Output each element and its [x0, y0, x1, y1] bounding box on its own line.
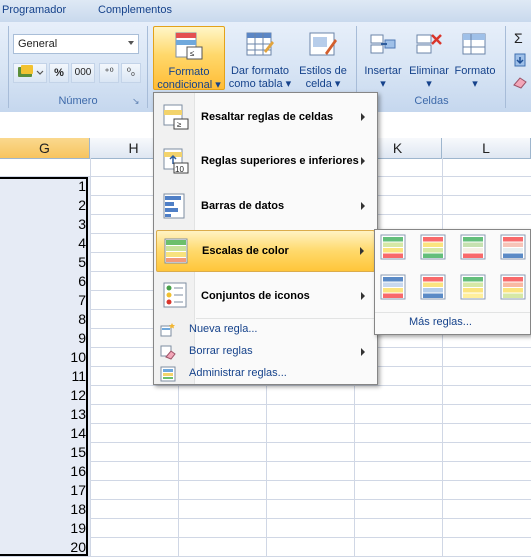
top-bottom-rules-icon: 10	[163, 148, 189, 174]
menu-item-label: Nueva regla...	[189, 323, 258, 335]
menu-item-label: Conjuntos de iconos	[201, 290, 310, 302]
manage-rules-icon	[160, 366, 176, 382]
menu-item-label: Escalas de color	[202, 245, 289, 257]
color-scale-option[interactable]	[420, 234, 448, 260]
submenu-arrow-icon	[360, 247, 364, 255]
menu-item-top-bottom-rules[interactable]: 10 Reglas superiores e inferiores	[156, 141, 375, 181]
menu-item-clear-rules[interactable]: Borrar reglas	[156, 342, 375, 362]
menu-item-new-rule[interactable]: Nueva regla...	[156, 320, 375, 340]
selection-border	[0, 177, 88, 556]
gridline-vertical	[442, 158, 443, 556]
color-scale-option[interactable]	[380, 274, 408, 300]
menu-item-label: Barras de datos	[201, 200, 285, 212]
menu-item-manage-rules[interactable]: Administrar reglas...	[156, 364, 375, 384]
new-rule-icon	[160, 323, 175, 337]
submenu-arrow-icon	[361, 157, 365, 165]
gridline-vertical	[90, 158, 91, 556]
svg-text:≥: ≥	[177, 120, 182, 129]
color-scales-submenu: Más reglas...	[374, 229, 531, 335]
color-scale-option[interactable]	[420, 274, 448, 300]
menu-item-label: Borrar reglas	[189, 345, 253, 357]
menu-separator	[196, 318, 374, 319]
color-scales-icon	[164, 238, 188, 264]
menu-item-label: Administrar reglas...	[189, 367, 287, 379]
menu-item-color-scales[interactable]: Escalas de color	[156, 230, 375, 272]
menu-item-label: Resaltar reglas de celdas	[201, 111, 334, 123]
clear-rules-icon	[160, 345, 176, 360]
menu-item-icon-sets[interactable]: Conjuntos de iconos	[156, 275, 375, 317]
submenu-arrow-icon	[361, 113, 365, 121]
menu-item-highlight-rules[interactable]: ≥ Resaltar reglas de celdas	[156, 97, 375, 137]
more-rules-link[interactable]: Más reglas...	[409, 316, 472, 328]
icon-sets-icon	[163, 282, 187, 308]
submenu-arrow-icon	[361, 348, 365, 356]
color-scale-option[interactable]	[460, 234, 488, 260]
svg-text:10: 10	[175, 165, 184, 174]
color-scale-option[interactable]	[500, 274, 528, 300]
menu-item-data-bars[interactable]: Barras de datos	[156, 185, 375, 227]
submenu-separator	[375, 312, 530, 313]
data-bars-icon	[163, 193, 185, 219]
submenu-arrow-icon	[361, 292, 365, 300]
color-scale-option[interactable]	[460, 274, 488, 300]
menu-item-label: Reglas superiores e inferiores	[201, 155, 359, 167]
submenu-arrow-icon	[361, 202, 365, 210]
color-scale-option[interactable]	[380, 234, 408, 260]
highlight-rules-icon: ≥	[163, 104, 189, 130]
conditional-format-menu: ≥ Resaltar reglas de celdas 10 Reglas su…	[153, 92, 378, 385]
color-scale-option[interactable]	[500, 234, 528, 260]
